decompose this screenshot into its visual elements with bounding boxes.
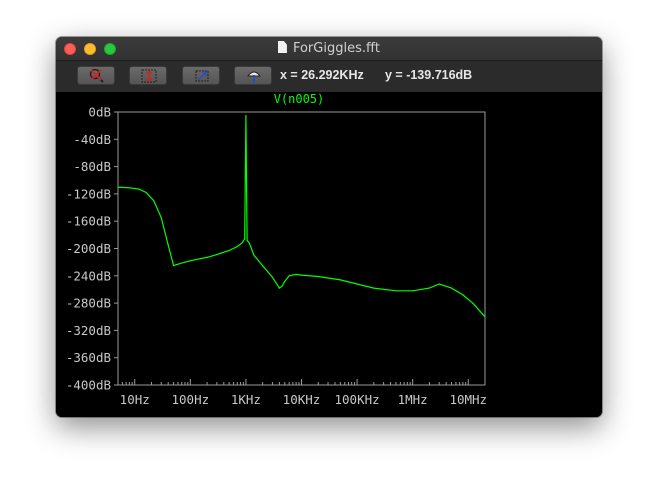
- document-icon: [277, 41, 287, 53]
- trace-point: [245, 114, 247, 117]
- trace-layer: [117, 114, 486, 318]
- trace-point: [271, 276, 274, 278]
- plot-frame: [117, 111, 486, 386]
- trace-point: [428, 287, 431, 289]
- x-tick-label: 1KHz: [231, 392, 261, 407]
- window-title: ForGiggles.fft: [56, 41, 602, 56]
- pan-icon: [246, 71, 262, 83]
- trace-point: [253, 254, 255, 256]
- trace-point: [128, 187, 130, 189]
- trace-point: [241, 242, 243, 244]
- x-cursor-readout: x = 26.292KHz: [280, 68, 364, 82]
- trace-point: [295, 273, 297, 276]
- trace-point: [356, 283, 358, 285]
- x-tick-label: 1MHz: [398, 392, 428, 407]
- plot-window: ForGiggles.fft x = 26.292KHz y = -139.71…: [56, 37, 602, 417]
- trace-point: [278, 287, 280, 289]
- y-tick-label: -280dB: [66, 296, 111, 311]
- trace-point: [246, 239, 248, 241]
- trace-point: [177, 263, 179, 265]
- y-tick-label: -200dB: [66, 241, 111, 256]
- trace-point: [167, 244, 169, 246]
- trace-point: [145, 191, 147, 194]
- zoom-full-icon: [195, 70, 209, 82]
- autorange-y-button[interactable]: [129, 66, 167, 85]
- y-tick-label: -360dB: [66, 350, 111, 365]
- trace-point: [189, 260, 191, 262]
- chart-title: V(n005): [274, 92, 325, 106]
- y-axis: 0dB -40dB -80dB -120dB -160dB -200dB -240dB -28…: [66, 105, 118, 393]
- trace-point: [248, 242, 250, 244]
- trace-point: [117, 186, 119, 188]
- trace-point: [462, 294, 464, 296]
- y-tick-label: -120dB: [66, 186, 111, 201]
- toolbar: x = 26.292KHz y = -139.716dB: [56, 61, 602, 92]
- trace-point: [438, 283, 440, 285]
- trace-point: [160, 217, 162, 219]
- trace-point: [288, 275, 290, 277]
- trace-point: [236, 245, 238, 248]
- trace-point: [138, 188, 140, 190]
- trace-point: [216, 254, 218, 256]
- y-tick-label: -240dB: [66, 268, 111, 283]
- x-tick-label: 100Hz: [172, 392, 210, 407]
- x-tick-label: 100KHz: [335, 392, 380, 407]
- trace-point: [373, 287, 375, 289]
- trace-point: [339, 279, 341, 281]
- x-tick-label: 10Hz: [120, 392, 150, 407]
- trace-point: [484, 316, 486, 318]
- trace-point: [262, 264, 264, 267]
- autorange-y-icon: [141, 69, 157, 83]
- trace-line: [117, 115, 486, 318]
- y-tick-label: -320dB: [66, 323, 111, 338]
- x-tick-label: 10KHz: [283, 392, 321, 407]
- trace-point: [281, 285, 283, 287]
- y-cursor-readout: y = -139.716dB: [385, 68, 473, 82]
- trace-point: [244, 238, 246, 240]
- y-tick-label: 0dB: [88, 105, 111, 120]
- pan-button[interactable]: [234, 66, 272, 85]
- zoom-out-button[interactable]: [77, 66, 115, 85]
- fft-chart[interactable]: V(n005) 0dB -40dB -80dB -120dB -160dB -200dB -…: [56, 92, 602, 417]
- title-bar[interactable]: ForGiggles.fft: [56, 37, 602, 61]
- trace-point: [317, 275, 319, 278]
- y-tick-label: -80dB: [73, 159, 111, 174]
- trace-point: [228, 249, 230, 252]
- trace-point: [206, 256, 208, 258]
- y-tick-label: -40dB: [73, 132, 111, 147]
- trace-point: [412, 290, 414, 292]
- x-axis: 10Hz 100Hz 1KHz 10KHz 100KHz 1MHz 10MHz: [117, 379, 487, 407]
- trace-point: [199, 258, 201, 260]
- zoom-out-icon: [89, 68, 104, 83]
- trace-point: [300, 274, 303, 276]
- trace-point: [184, 261, 186, 263]
- plot-area[interactable]: V(n005) 0dB -40dB -80dB -120dB -160dB -200dB -…: [56, 92, 602, 417]
- trace-point: [284, 280, 286, 282]
- y-tick-label: -160dB: [66, 214, 111, 229]
- trace-point: [395, 290, 397, 292]
- zoom-full-button[interactable]: [182, 66, 220, 85]
- x-tick-label: 10MHz: [449, 392, 487, 407]
- window-title-text: ForGiggles.fft: [292, 41, 381, 56]
- trace-point: [472, 302, 474, 304]
- trace-point: [172, 264, 175, 267]
- y-tick-label: -400dB: [66, 378, 111, 393]
- trace-point: [153, 200, 155, 202]
- trace-point: [450, 287, 453, 289]
